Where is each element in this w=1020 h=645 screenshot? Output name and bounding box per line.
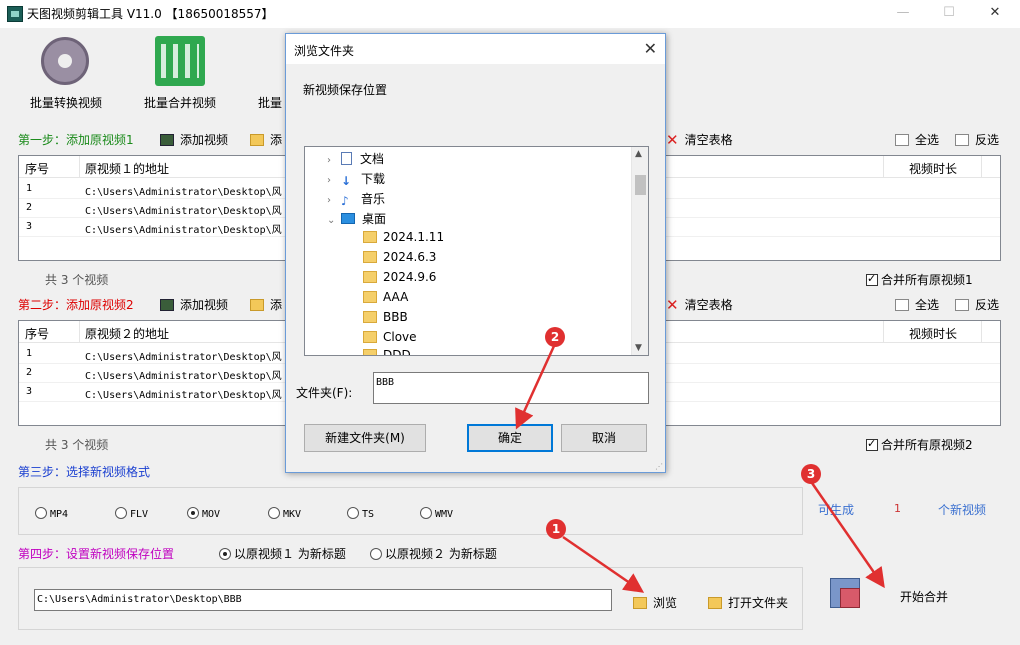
arrow-2 bbox=[515, 345, 556, 430]
annotation-badge-1: 1 bbox=[546, 519, 566, 539]
arrow-1 bbox=[562, 535, 645, 593]
annotation-badge-2: 2 bbox=[545, 327, 565, 347]
arrow-3 bbox=[810, 482, 885, 589]
annotation-arrows bbox=[515, 345, 885, 593]
annotation-badge-3: 3 bbox=[801, 464, 821, 484]
